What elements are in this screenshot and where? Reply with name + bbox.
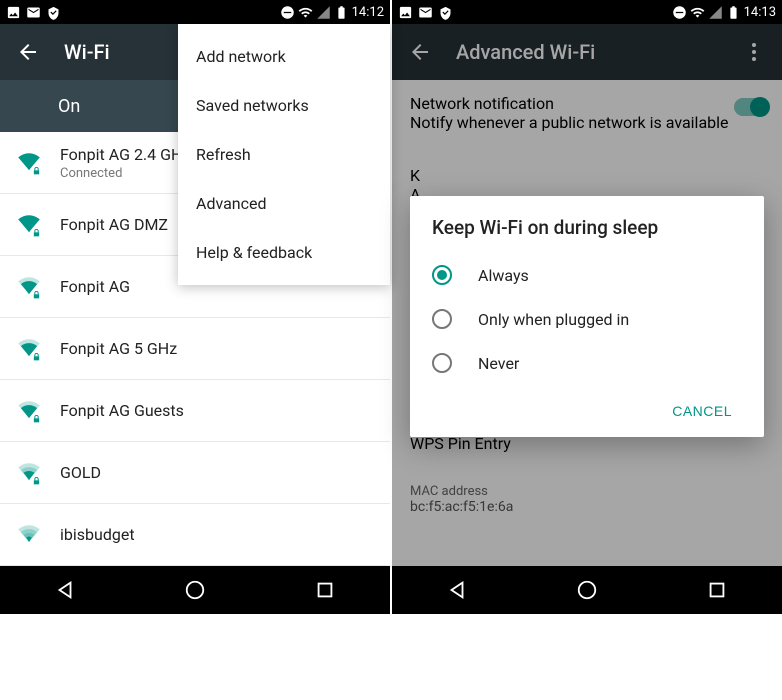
radio-icon	[432, 309, 452, 329]
network-name: GOLD	[60, 463, 372, 482]
wifi-signal-icon	[18, 338, 60, 360]
status-time: 14:12	[352, 5, 384, 20]
network-name: Fonpit AG 5 GHz	[60, 339, 372, 358]
nav-recent-icon[interactable]	[706, 579, 728, 601]
picture-icon	[6, 5, 21, 20]
dnd-icon	[280, 5, 295, 20]
nav-home-icon[interactable]	[576, 579, 598, 601]
battery-icon	[334, 5, 349, 20]
toggle-label: On	[58, 96, 80, 117]
wifi-signal-icon	[18, 214, 60, 236]
briefcase-icon	[46, 5, 61, 20]
dnd-icon	[672, 5, 687, 20]
menu-item[interactable]: Saved networks	[178, 81, 390, 130]
radio-label: Never	[478, 354, 519, 373]
menu-item[interactable]: Help & feedback	[178, 228, 390, 277]
status-bar: 14:13	[392, 0, 782, 24]
radio-label: Only when plugged in	[478, 310, 629, 329]
wifi-signal-icon	[18, 400, 60, 422]
left-screen: 14:12 Wi-Fi On Fonpit AG 2.4 GHzConnecte…	[0, 0, 390, 614]
dialog-title: Keep Wi-Fi on during sleep	[432, 216, 742, 239]
wifi-signal-icon	[18, 152, 60, 174]
page-title: Wi-Fi	[64, 40, 110, 64]
radio-icon	[432, 265, 452, 285]
network-name: ibisbudget	[60, 525, 372, 544]
menu-item[interactable]: Add network	[178, 32, 390, 81]
nav-back-icon[interactable]	[54, 579, 76, 601]
mail-icon	[418, 5, 433, 20]
radio-icon	[432, 353, 452, 373]
radio-label: Always	[478, 266, 529, 285]
menu-item[interactable]: Refresh	[178, 130, 390, 179]
signal-icon	[316, 5, 331, 20]
nav-home-icon[interactable]	[184, 579, 206, 601]
network-item[interactable]: Fonpit AG Guests	[0, 380, 390, 442]
status-time: 14:13	[744, 5, 776, 20]
battery-icon	[726, 5, 741, 20]
status-bar: 14:12	[0, 0, 390, 24]
wifi-status-icon	[298, 5, 313, 20]
network-item[interactable]: Fonpit AG 5 GHz	[0, 318, 390, 380]
picture-icon	[398, 5, 413, 20]
right-screen: 14:13 Advanced Wi-Fi Network notificatio…	[392, 0, 782, 614]
wifi-signal-icon	[18, 462, 60, 484]
wifi-signal-icon	[18, 524, 60, 546]
cancel-button[interactable]: CANCEL	[662, 393, 742, 429]
sleep-policy-dialog: Keep Wi-Fi on during sleep Always Only wh…	[410, 196, 764, 437]
network-item[interactable]: GOLD	[0, 442, 390, 504]
radio-option[interactable]: Never	[432, 341, 742, 385]
radio-option[interactable]: Always	[432, 253, 742, 297]
nav-bar	[0, 566, 390, 614]
wifi-signal-icon	[18, 276, 60, 298]
nav-back-icon[interactable]	[446, 579, 468, 601]
radio-option[interactable]: Only when plugged in	[432, 297, 742, 341]
mail-icon	[26, 5, 41, 20]
wifi-status-icon	[690, 5, 705, 20]
overflow-menu: Add networkSaved networksRefreshAdvanced…	[178, 24, 390, 285]
menu-item[interactable]: Advanced	[178, 179, 390, 228]
network-name: Fonpit AG Guests	[60, 401, 372, 420]
nav-recent-icon[interactable]	[314, 579, 336, 601]
signal-icon	[708, 5, 723, 20]
nav-bar	[392, 566, 782, 614]
briefcase-icon	[438, 5, 453, 20]
network-item[interactable]: ibisbudget	[0, 504, 390, 566]
back-arrow-icon[interactable]	[16, 40, 40, 64]
